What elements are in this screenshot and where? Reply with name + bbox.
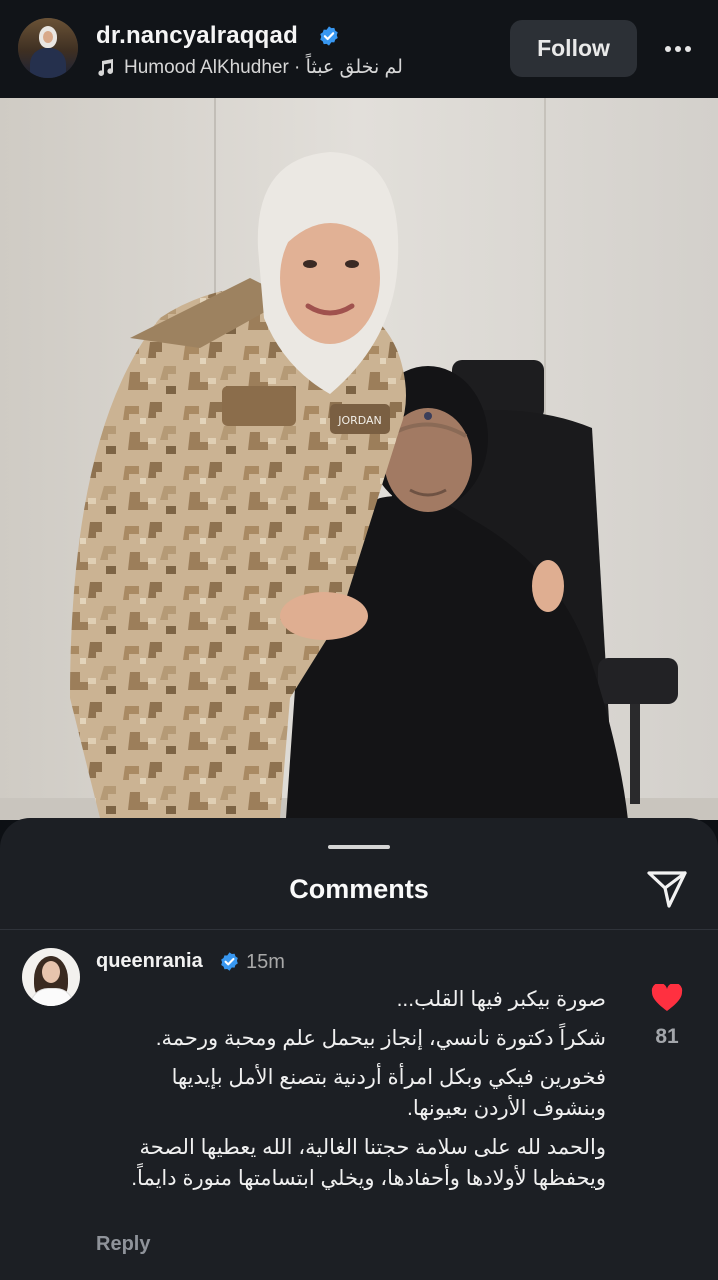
reply-button[interactable]: Reply (96, 1233, 150, 1256)
verified-badge-icon (221, 952, 238, 971)
post-header: dr.nancyalraqqad Humood AlKhudher · لم ن… (0, 0, 718, 98)
heart-filled-icon[interactable] (651, 984, 683, 1012)
comment-line: فخورين فيكي وبكل امرأة أردنية بتصنع الأم… (171, 1066, 606, 1120)
commenter-avatar[interactable] (22, 948, 80, 1006)
author-avatar[interactable] (18, 18, 78, 78)
audio-label: Humood AlKhudher · لم نخلق عبثاً (124, 57, 403, 78)
comment-line: شكراً دكتورة نانسي، إنجاز بيحمل علم ومحب… (155, 1027, 606, 1050)
follow-button[interactable]: Follow (510, 20, 637, 77)
sheet-divider (0, 929, 718, 930)
post-photo[interactable]: JORDAN (0, 98, 718, 820)
comment-like-count: 81 (655, 1025, 679, 1048)
comments-title: Comments (289, 874, 429, 904)
sheet-drag-handle[interactable] (328, 845, 390, 849)
comment-line: صورة بيكبر فيها القلب... (396, 988, 606, 1011)
more-horizontal-icon[interactable] (662, 36, 694, 62)
comment-text: صورة بيكبر فيها القلب... شكراً دكتورة نا… (96, 984, 606, 1202)
verified-badge-icon (320, 26, 338, 46)
jordan-patch: JORDAN (337, 414, 382, 427)
author-username[interactable]: dr.nancyalraqqad (96, 22, 298, 50)
comment-line: والحمد لله على سلامة حجتنا الغالية، الله… (131, 1136, 606, 1190)
comments-sheet: Comments queenrania 15m صورة بيكبر فيها … (0, 818, 718, 1280)
send-icon[interactable] (645, 868, 689, 910)
audio-track[interactable]: Humood AlKhudher · لم نخلق عبثاً (96, 56, 403, 79)
comment-timestamp: 15m (246, 951, 285, 973)
commenter-username[interactable]: queenrania (96, 950, 203, 973)
music-note-icon (98, 58, 113, 76)
